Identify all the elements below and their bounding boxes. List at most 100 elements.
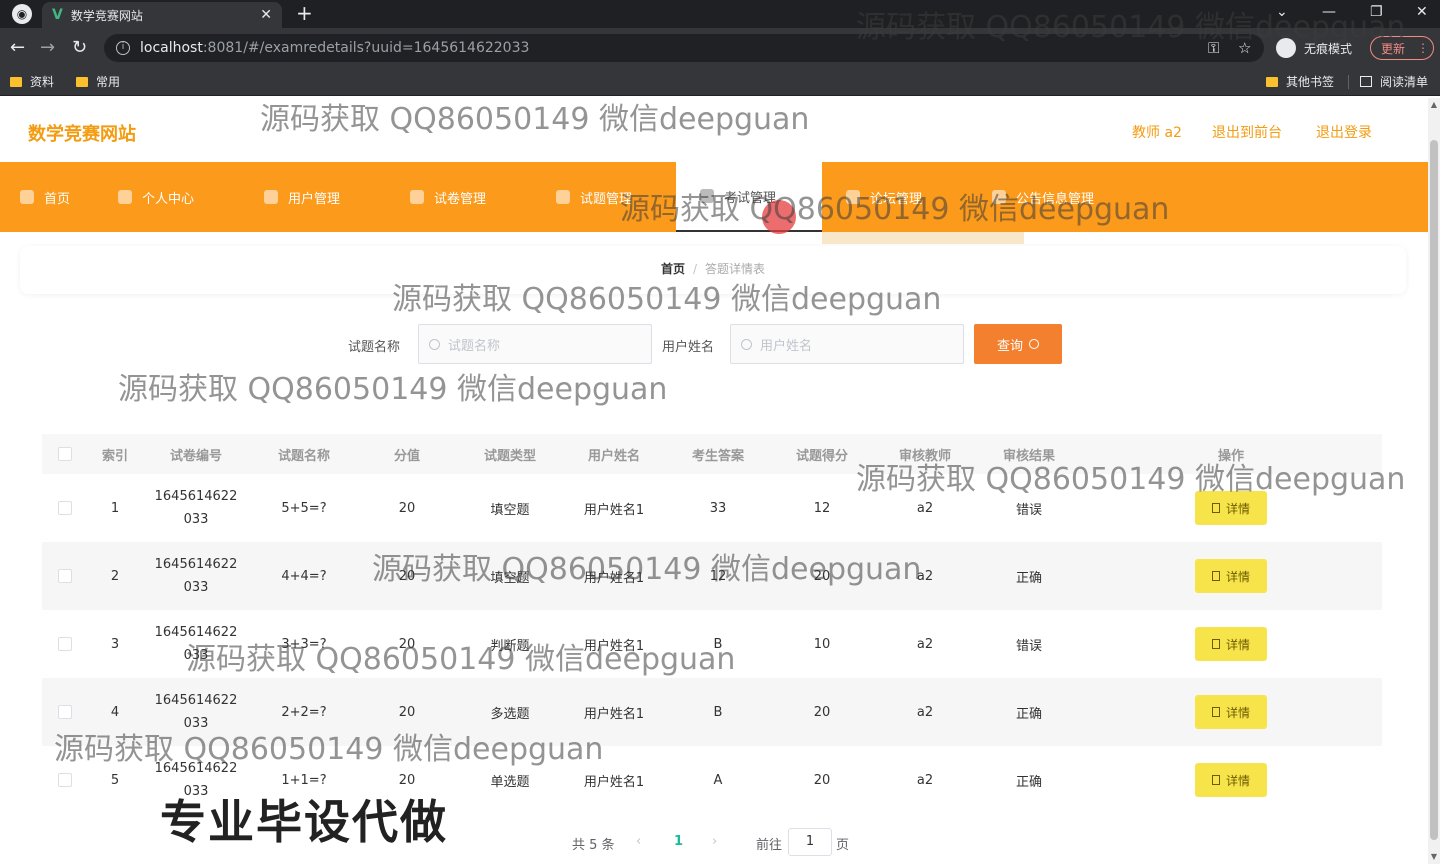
nav-dropdown-shadow xyxy=(822,232,1024,244)
chevron-down-icon[interactable]: ⌄ xyxy=(1276,4,1288,20)
nav-item-papers[interactable]: 试卷管理 xyxy=(410,162,530,232)
reload-icon[interactable]: ↻ xyxy=(72,37,87,58)
detail-label: 详情 xyxy=(1225,501,1250,516)
nav-item-questions[interactable]: 试题管理 xyxy=(556,162,676,232)
reading-list[interactable]: 阅读清单 xyxy=(1360,73,1428,90)
row-checkbox[interactable] xyxy=(58,705,72,719)
select-all-cell xyxy=(42,434,88,474)
browser-tab[interactable]: V 数学竞赛网站 ✕ xyxy=(42,2,282,28)
query-label: 查询 xyxy=(996,338,1023,354)
column-header[interactable]: 试题得分 xyxy=(772,434,872,474)
incognito-label: 无痕模式 xyxy=(1304,41,1353,56)
goto-page-input[interactable]: 1 xyxy=(788,828,832,856)
scrollbar-thumb[interactable] xyxy=(1430,140,1438,840)
table-row[interactable]: 3 1645614622 033 3+3=? 20 判断题 用户姓名1 B 10 … xyxy=(42,610,1382,678)
query-button[interactable]: 查询 xyxy=(974,324,1062,364)
select-all-checkbox[interactable] xyxy=(58,447,72,461)
detail-button[interactable]: 详情 xyxy=(1195,627,1267,661)
nav-item-users[interactable]: 用户管理 xyxy=(264,162,384,232)
close-tab-icon[interactable]: ✕ xyxy=(260,7,272,23)
column-header[interactable]: 索引 xyxy=(88,434,142,474)
prev-page-icon[interactable]: ‹ xyxy=(636,834,641,849)
row-checkbox[interactable] xyxy=(58,569,72,583)
key-icon[interactable]: ⚿ xyxy=(1208,39,1219,57)
incognito-indicator[interactable]: 无痕模式 xyxy=(1276,34,1352,62)
nav-item-home[interactable]: 首页 xyxy=(20,162,110,232)
row-checkbox[interactable] xyxy=(58,637,72,651)
table-row[interactable]: 4 1645614622 033 2+2=? 20 多选题 用户姓名1 B 20 … xyxy=(42,678,1382,746)
close-window-icon[interactable]: ✕ xyxy=(1416,4,1428,20)
detail-button[interactable]: 详情 xyxy=(1195,491,1267,525)
nav-item-exams[interactable]: 考试管理 xyxy=(676,162,822,232)
row-select-cell xyxy=(42,474,88,542)
row-checkbox[interactable] xyxy=(58,773,72,787)
detail-button[interactable]: 详情 xyxy=(1195,559,1267,593)
scroll-up-icon[interactable]: ▲ xyxy=(1429,100,1439,109)
cell-answer: 12 xyxy=(709,568,727,584)
column-header[interactable]: 分值 xyxy=(358,434,456,474)
cell-index: 4 xyxy=(110,704,120,720)
users-icon xyxy=(264,190,278,204)
bookmark-folder-2[interactable]: 常用 xyxy=(76,73,120,90)
more-icon: ⋮ xyxy=(1417,41,1430,55)
nav-item-profile[interactable]: 个人中心 xyxy=(118,162,238,232)
nav-item-notices[interactable]: 公告信息管理 xyxy=(992,162,1142,232)
browser-menu-icon[interactable]: ◉ xyxy=(12,4,32,24)
table-row[interactable]: 5 1645614622 033 1+1=? 20 单选题 用户姓名1 A 20 … xyxy=(42,746,1382,814)
next-page-icon[interactable]: › xyxy=(712,834,717,849)
cell-got-score: 10 xyxy=(813,636,831,652)
cell-teacher: a2 xyxy=(916,568,934,584)
cell-answer: A xyxy=(713,772,723,788)
detail-label: 详情 xyxy=(1225,569,1250,584)
cell-type: 单选题 xyxy=(490,774,530,790)
cell-user: 用户姓名1 xyxy=(583,638,645,654)
column-header[interactable]: 审核教师 xyxy=(872,434,978,474)
breadcrumb-current: 答题详情表 xyxy=(705,262,766,276)
exam-icon xyxy=(700,189,714,203)
paper-id-line: 033 xyxy=(183,512,209,527)
back-icon[interactable]: ← xyxy=(10,37,25,58)
row-checkbox[interactable] xyxy=(58,501,72,515)
breadcrumb-home[interactable]: 首页 xyxy=(661,262,685,276)
teacher-account-link[interactable]: 教师 a2 xyxy=(1132,122,1182,142)
detail-label: 详情 xyxy=(1225,637,1250,652)
question-name-input[interactable]: 试题名称 xyxy=(418,324,652,364)
column-header[interactable]: 用户姓名 xyxy=(564,434,664,474)
nav-label: 个人中心 xyxy=(142,191,195,207)
column-header[interactable]: 试题名称 xyxy=(250,434,358,474)
paper-id-line: 033 xyxy=(183,716,209,731)
paper-id-line: 033 xyxy=(183,784,209,799)
forward-icon[interactable]: → xyxy=(40,37,55,58)
nav-item-forum[interactable]: 论坛管理 xyxy=(846,162,966,232)
column-header[interactable]: 试卷编号 xyxy=(142,434,250,474)
cell-question: 4+4=? xyxy=(281,568,327,584)
column-header[interactable]: 审核结果 xyxy=(978,434,1080,474)
column-header[interactable]: 考生答案 xyxy=(664,434,772,474)
column-header[interactable]: 试题类型 xyxy=(456,434,564,474)
site-info-icon[interactable]: i xyxy=(116,41,130,55)
page-number[interactable]: 1 xyxy=(674,834,683,849)
user-name-input[interactable]: 用户姓名 xyxy=(730,324,964,364)
table-row[interactable]: 2 1645614622 033 4+4=? 20 填空题 用户姓名1 12 20… xyxy=(42,542,1382,610)
cell-answer: B xyxy=(713,704,723,720)
other-bookmarks[interactable]: 其他书签 xyxy=(1266,73,1334,90)
cell-paper-id: 1645614622 033 xyxy=(142,474,250,542)
detail-button[interactable]: 详情 xyxy=(1195,695,1267,729)
cell-result: 正确 xyxy=(1015,706,1042,722)
star-icon[interactable]: ☆ xyxy=(1238,39,1251,57)
nav-label: 公告信息管理 xyxy=(1016,191,1095,207)
update-button[interactable]: 更新 ⋮ xyxy=(1370,36,1434,60)
bookmark-folder-1[interactable]: 资料 xyxy=(10,73,54,90)
bookmark-label: 常用 xyxy=(96,75,121,89)
table-row[interactable]: 1 1645614622 033 5+5=? 20 填空题 用户姓名1 33 12… xyxy=(42,474,1382,542)
back-to-frontend-link[interactable]: 退出到前台 xyxy=(1212,122,1282,142)
cell-question: 1+1=? xyxy=(281,772,327,788)
site-logo[interactable]: 数学竞赛网站 xyxy=(28,120,136,146)
new-tab-icon[interactable]: + xyxy=(296,3,313,23)
detail-button[interactable]: 详情 xyxy=(1195,763,1267,797)
tab-title: 数学竞赛网站 xyxy=(70,8,143,23)
minimize-icon[interactable]: — xyxy=(1322,4,1336,20)
address-bar[interactable]: i localhost:8081/#/examredetails?uuid=16… xyxy=(104,34,1264,62)
restore-icon[interactable]: ❐ xyxy=(1370,4,1383,20)
logout-link[interactable]: 退出登录 xyxy=(1316,122,1372,142)
